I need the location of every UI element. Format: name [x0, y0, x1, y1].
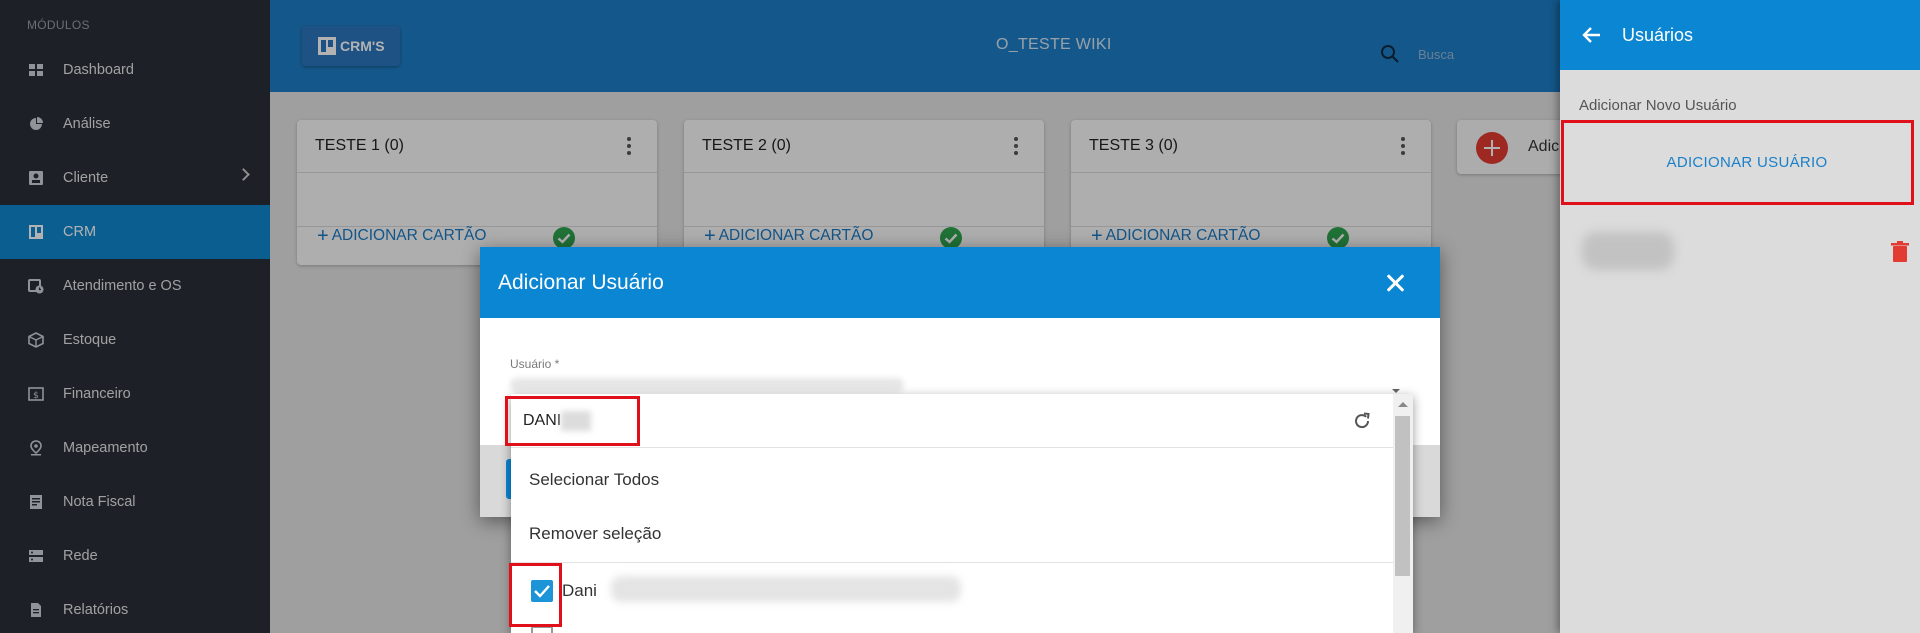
users-panel: Usuários Adicionar Novo Usuário ADICIONA…: [1560, 0, 1920, 633]
close-icon[interactable]: [1385, 273, 1405, 293]
users-panel-subtitle: Adicionar Novo Usuário: [1579, 97, 1737, 114]
user-option-label[interactable]: Dani: [562, 581, 597, 601]
user-select-field[interactable]: [510, 378, 904, 392]
highlight-add-user-button: [1561, 120, 1914, 205]
select-all-option[interactable]: Selecionar Todos: [529, 470, 659, 490]
remove-selection-option[interactable]: Remover seleção: [529, 524, 661, 544]
select-caret-icon[interactable]: [1392, 389, 1400, 393]
user-checkbox[interactable]: [531, 626, 553, 633]
user-select-dropdown: DANI Selecionar Todos Remover seleção Da…: [511, 394, 1413, 633]
arrow-back-icon[interactable]: [1582, 25, 1602, 45]
highlight-search-box: [505, 396, 640, 446]
dialog-header: Adicionar Usuário: [480, 247, 1440, 318]
users-panel-header: Usuários: [1560, 0, 1920, 70]
refresh-icon[interactable]: [1351, 410, 1373, 432]
scrollbar-thumb[interactable]: [1395, 416, 1410, 576]
redacted-user: [1582, 232, 1674, 270]
scroll-up-icon[interactable]: [1398, 402, 1408, 407]
divider: [511, 562, 1393, 563]
trash-icon[interactable]: [1891, 241, 1909, 263]
dialog-title: Adicionar Usuário: [498, 270, 664, 294]
highlight-checkbox: [509, 563, 562, 627]
dropdown-search[interactable]: DANI: [511, 394, 1393, 448]
redacted-text: [611, 576, 961, 602]
user-field-label: Usuário *: [510, 357, 560, 371]
users-panel-title: Usuários: [1622, 24, 1694, 45]
